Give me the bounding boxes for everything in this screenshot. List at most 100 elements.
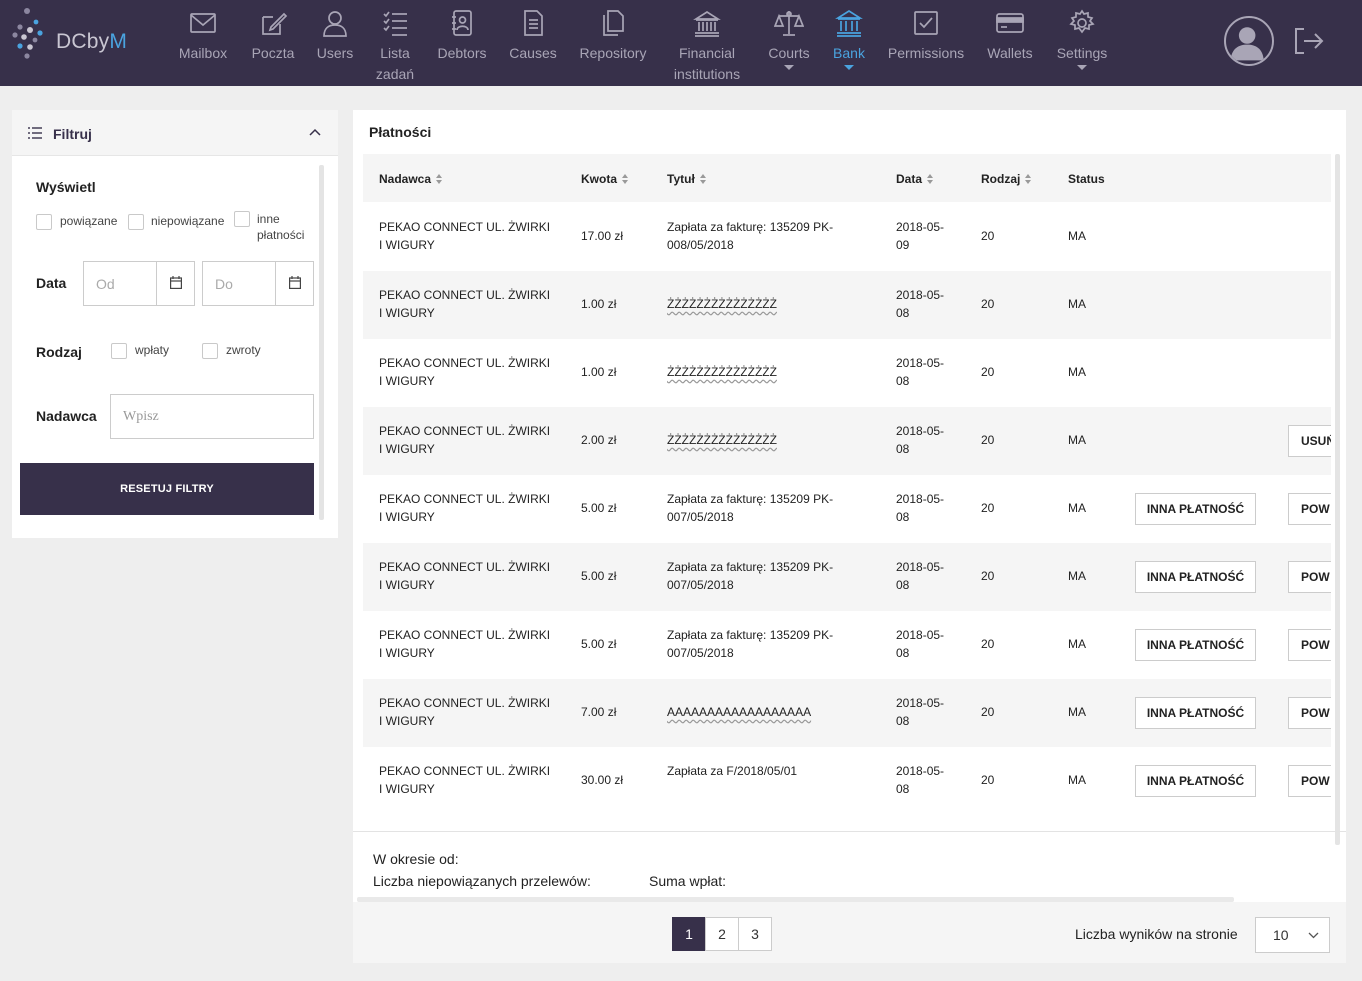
- sort-icon: [927, 173, 934, 185]
- top-navbar: DCbyM Mailbox Poczta Users Lista zadań Debto…: [0, 0, 1362, 86]
- nav-item-mailbox[interactable]: Mailbox: [173, 0, 233, 86]
- per-page-select[interactable]: 10: [1255, 917, 1330, 953]
- table-row[interactable]: PEKAO CONNECT UL. ŻWIRKI I WIGURY 7.00 zł…: [363, 679, 1331, 747]
- table-row[interactable]: PEKAO CONNECT UL. ŻWIRKI I WIGURY 1.00 zł…: [363, 271, 1331, 339]
- sender-input[interactable]: Wpisz: [110, 394, 314, 439]
- link-payment-button[interactable]: POW: [1288, 561, 1331, 593]
- nav-item-bank[interactable]: Bank: [824, 0, 874, 86]
- table-row[interactable]: PEKAO CONNECT UL. ŻWIRKI I WIGURY 30.00 z…: [363, 747, 1331, 815]
- summary-sum: Suma wpłat:: [649, 873, 727, 889]
- logo-dots-icon: [12, 8, 43, 59]
- link-payment-button[interactable]: POW: [1288, 629, 1331, 661]
- delete-button[interactable]: USUŃ: [1288, 425, 1331, 457]
- cell-amount: 1.00 zł: [581, 365, 617, 379]
- checkbox-other-payments[interactable]: [234, 211, 250, 227]
- calendar-icon[interactable]: [275, 262, 314, 305]
- nav-item-label: Causes: [509, 45, 557, 61]
- cell-status: MA: [1068, 637, 1086, 651]
- nav-item-wallets[interactable]: Wallets: [980, 0, 1040, 86]
- per-page-label: Liczba wyników na stronie: [1075, 926, 1238, 942]
- column-header-sender[interactable]: Nadawca: [379, 172, 443, 186]
- other-payment-button[interactable]: INNA PŁATNOŚĆ: [1135, 629, 1256, 661]
- sort-icon: [622, 173, 629, 185]
- link-payment-button[interactable]: POW: [1288, 493, 1331, 525]
- page-button-2[interactable]: 2: [705, 917, 739, 951]
- debtor-icon: [447, 8, 477, 38]
- nav-item-debtors[interactable]: Debtors: [432, 0, 492, 86]
- link-payment-button[interactable]: POW: [1288, 697, 1331, 729]
- summary-unlinked-count: Liczba niepowiązanych przelewów:: [373, 873, 591, 889]
- nav-item-courts[interactable]: Courts: [759, 0, 819, 86]
- page-button-1[interactable]: 1: [672, 917, 706, 951]
- cell-status: MA: [1068, 365, 1086, 379]
- cell-amount: 17.00 zł: [581, 229, 624, 243]
- brand-name: DCbyM: [56, 30, 128, 53]
- checkbox-unlinked-label: niepowiązane: [151, 214, 225, 228]
- other-payment-button[interactable]: INNA PŁATNOŚĆ: [1135, 697, 1256, 729]
- cell-amount: 5.00 zł: [581, 501, 617, 515]
- calendar-icon[interactable]: [156, 262, 195, 305]
- checkbox-linked[interactable]: [36, 214, 52, 230]
- kind-label: Rodzaj: [36, 344, 82, 360]
- checkbox-unlinked[interactable]: [128, 214, 144, 230]
- nav-item-settings[interactable]: Settings: [1052, 0, 1112, 86]
- nav-item-repository[interactable]: Repository: [573, 0, 653, 86]
- table-row[interactable]: PEKAO CONNECT UL. ŻWIRKI I WIGURY 2.00 zł…: [363, 407, 1331, 475]
- nav-item-financial-institutions[interactable]: Financial institutions: [667, 0, 747, 86]
- table-row[interactable]: PEKAO CONNECT UL. ŻWIRKI I WIGURY 5.00 zł…: [363, 543, 1331, 611]
- table-row[interactable]: PEKAO CONNECT UL. ŻWIRKI I WIGURY 17.00 z…: [363, 203, 1331, 271]
- table-vertical-scrollbar[interactable]: [1335, 154, 1340, 845]
- nav-item-lista-zadań[interactable]: Lista zadań: [370, 0, 420, 86]
- link-payment-button[interactable]: POW: [1288, 765, 1331, 797]
- table-row[interactable]: PEKAO CONNECT UL. ŻWIRKI I WIGURY 5.00 zł…: [363, 475, 1331, 543]
- table-row[interactable]: PEKAO CONNECT UL. ŻWIRKI I WIGURY 1.00 zł…: [363, 339, 1331, 407]
- summary-divider: [353, 831, 1346, 832]
- caret-down-icon: [844, 65, 854, 70]
- page-title: Płatności: [369, 124, 432, 140]
- nav-item-label: Financial institutions: [673, 45, 741, 82]
- page-button-3[interactable]: 3: [738, 917, 772, 951]
- cell-sender: PEKAO CONNECT UL. ŻWIRKI I WIGURY: [379, 764, 551, 796]
- gear-icon: [1067, 8, 1097, 38]
- sort-icon: [699, 173, 707, 185]
- other-payment-button[interactable]: INNA PŁATNOŚĆ: [1135, 561, 1256, 593]
- nav-item-label: Mailbox: [178, 45, 228, 61]
- cell-status: MA: [1068, 229, 1086, 243]
- cell-sender: PEKAO CONNECT UL. ŻWIRKI I WIGURY: [379, 220, 551, 252]
- column-header-date[interactable]: Data: [896, 172, 934, 186]
- date-to-placeholder: Do: [215, 276, 233, 292]
- checkbox-refunds[interactable]: [202, 343, 218, 359]
- filter-panel: Filtruj Wyświetl powiązane niepowiązane …: [12, 110, 338, 538]
- caret-down-icon: [1077, 65, 1087, 70]
- cell-kind: 20: [981, 365, 995, 379]
- nav-item-label: Repository: [579, 45, 647, 61]
- filter-header[interactable]: Filtruj: [12, 110, 338, 156]
- date-from-input[interactable]: Od: [83, 261, 195, 306]
- logo[interactable]: DCbyM: [12, 8, 162, 63]
- edit-icon: [258, 8, 288, 38]
- checkbox-deposits[interactable]: [111, 343, 127, 359]
- avatar[interactable]: [1224, 16, 1274, 66]
- nav-item-label: Bank: [833, 45, 865, 61]
- column-header-label: Rodzaj: [981, 172, 1021, 186]
- column-header-kind[interactable]: Rodzaj: [981, 172, 1032, 186]
- nav-item-permissions[interactable]: Permissions: [886, 0, 966, 86]
- cell-sender: PEKAO CONNECT UL. ŻWIRKI I WIGURY: [379, 560, 551, 592]
- nav-item-causes[interactable]: Causes: [503, 0, 563, 86]
- nav-item-users[interactable]: Users: [310, 0, 360, 86]
- cell-amount: 1.00 zł: [581, 297, 617, 311]
- table-header: Nadawca Kwota Tytuł Data Rodzaj Status: [363, 154, 1331, 202]
- column-header-title[interactable]: Tytuł: [667, 172, 707, 186]
- filter-scrollbar[interactable]: [319, 165, 324, 520]
- column-header-status: Status: [1068, 172, 1105, 186]
- other-payment-button[interactable]: INNA PŁATNOŚĆ: [1135, 493, 1256, 525]
- logout-icon[interactable]: [1292, 26, 1324, 56]
- reset-filters-button[interactable]: RESETUJ FILTRY: [20, 463, 314, 515]
- cell-kind: 20: [981, 637, 995, 651]
- column-header-amount[interactable]: Kwota: [581, 172, 629, 186]
- chevron-up-icon[interactable]: [309, 127, 321, 137]
- other-payment-button[interactable]: INNA PŁATNOŚĆ: [1135, 765, 1256, 797]
- table-row[interactable]: PEKAO CONNECT UL. ŻWIRKI I WIGURY 5.00 zł…: [363, 611, 1331, 679]
- date-to-input[interactable]: Do: [202, 261, 314, 306]
- nav-item-poczta[interactable]: Poczta: [243, 0, 303, 86]
